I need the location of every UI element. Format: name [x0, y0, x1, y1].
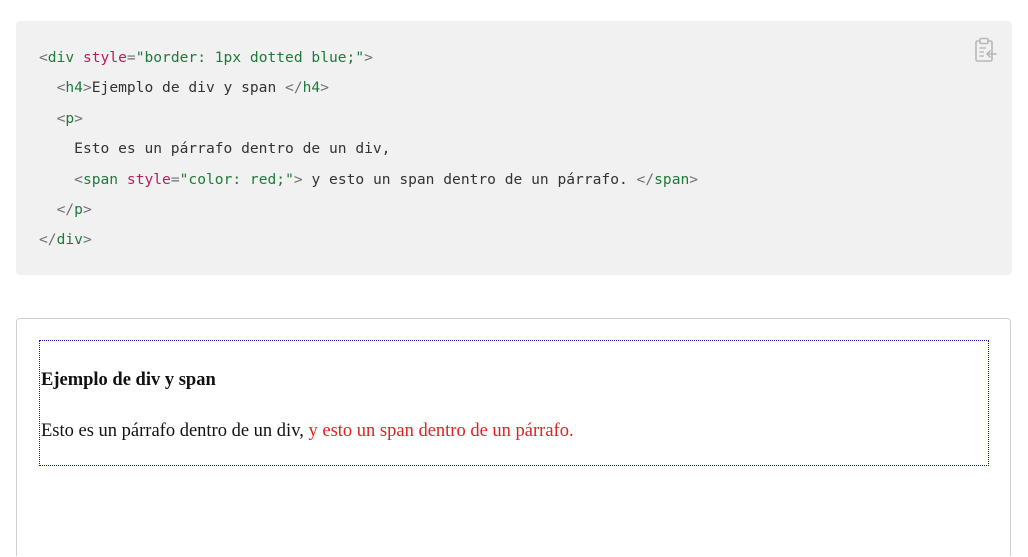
result-paragraph-text: Esto es un párrafo dentro de un div,: [41, 421, 309, 441]
code-token-tag: h4: [302, 79, 321, 97]
code-token-tag: div: [56, 231, 83, 249]
code-line: <h4>Ejemplo de div y span </h4>: [39, 73, 698, 103]
code-token-punct: </: [56, 200, 75, 218]
code-token-punct: =: [126, 49, 136, 66]
code-token-attr: style: [126, 170, 171, 188]
result-red-span: y esto un span dentro de un párrafo.: [308, 421, 574, 441]
code-token-punct: >: [293, 170, 303, 188]
code-line: Esto es un párrafo dentro de un div,: [39, 134, 698, 164]
code-token-punct: >: [82, 79, 92, 97]
code-token-punct: </: [39, 231, 57, 249]
result-heading: Ejemplo de div y span: [41, 370, 216, 390]
rendered-result-panel: Ejemplo de div y span Esto es un párrafo…: [16, 318, 1011, 556]
code-token-punct: >: [320, 79, 329, 97]
code-token-punct: <: [39, 49, 48, 66]
code-token-punct: >: [689, 170, 699, 188]
code-token-val: "border: 1px dotted blue;": [135, 49, 365, 66]
code-token-text: Ejemplo de div y span: [91, 79, 286, 97]
code-token-text: Esto es un párrafo dentro de un div,: [74, 140, 391, 158]
code-token-tag: p: [65, 109, 75, 127]
code-token-punct: >: [82, 231, 92, 249]
code-lines: <div style="border: 1px dotted blue;"> <…: [39, 43, 698, 256]
code-token-punct: =: [170, 170, 180, 188]
code-token-tag: span: [82, 170, 119, 188]
code-token-punct: </: [636, 170, 655, 188]
code-token-tag: span: [654, 170, 690, 188]
code-token-tag: h4: [65, 79, 83, 97]
code-line: <div style="border: 1px dotted blue;">: [39, 43, 698, 73]
code-token-tag: div: [47, 49, 75, 66]
code-line: </p>: [39, 195, 698, 225]
code-token-punct: >: [82, 200, 92, 218]
code-token-punct: </: [285, 79, 303, 97]
code-token-punct: >: [364, 49, 373, 66]
clipboard-copy-icon[interactable]: [974, 36, 998, 64]
code-token-val: "color: red;": [179, 170, 294, 188]
code-token-text: y esto un span dentro de un párrafo.: [302, 170, 637, 188]
code-block: <div style="border: 1px dotted blue;"> <…: [16, 21, 1012, 275]
code-line: <span style="color: red;"> y esto un spa…: [39, 165, 698, 195]
code-token-punct: <: [74, 170, 83, 188]
code-line: <p>: [39, 104, 698, 134]
code-token-punct: >: [74, 109, 83, 127]
dotted-div-box: Ejemplo de div y span Esto es un párrafo…: [39, 340, 989, 466]
code-token-attr: style: [82, 49, 127, 66]
result-paragraph: Esto es un párrafo dentro de un div, y e…: [41, 421, 574, 442]
code-token-tag: p: [74, 200, 83, 218]
code-line: </div>: [39, 225, 698, 255]
